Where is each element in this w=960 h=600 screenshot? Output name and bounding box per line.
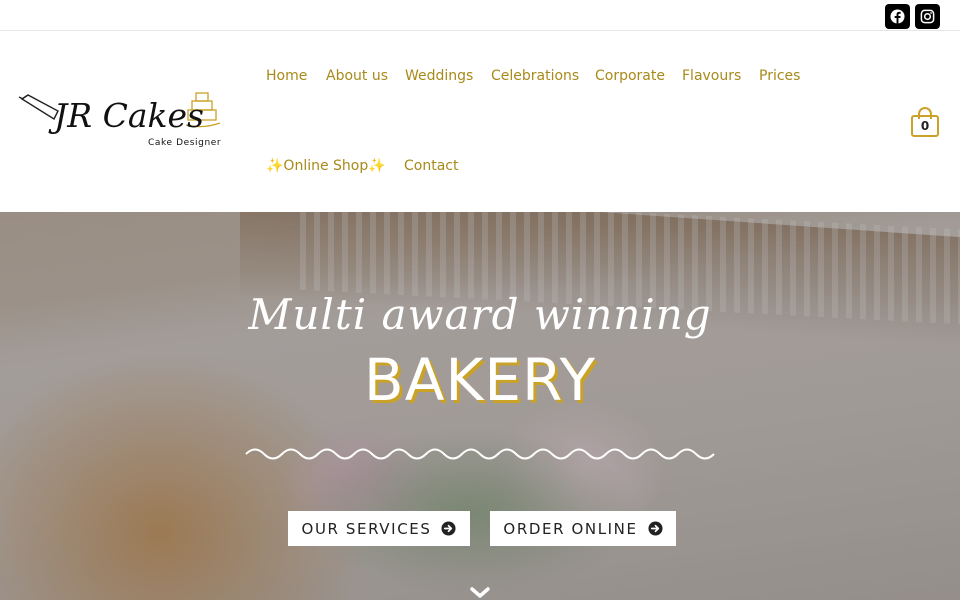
chevron-down-icon: [470, 587, 490, 598]
nav-prices[interactable]: Prices: [759, 67, 800, 85]
top-bar: [0, 0, 960, 31]
our-services-label: OUR SERVICES: [301, 519, 432, 538]
logo-main-text: JR Cakes: [48, 96, 204, 135]
instagram-link[interactable]: [915, 4, 940, 29]
logo-image: JR Cakes Cake Designer: [18, 92, 221, 148]
nav-about-us[interactable]: About us: [326, 67, 388, 85]
nav-contact[interactable]: Contact: [404, 157, 458, 175]
logo-sub-text: Cake Designer: [148, 138, 221, 148]
nav-online-shop[interactable]: ✨Online Shop✨: [266, 157, 386, 175]
nav-flavours[interactable]: Flavours: [682, 67, 741, 85]
nav-celebrations[interactable]: Celebrations: [491, 67, 579, 85]
our-services-button[interactable]: OUR SERVICES: [288, 511, 470, 546]
site-header: JR Cakes Cake Designer Home About us Wed…: [0, 31, 960, 212]
cart-count: 0: [911, 115, 939, 137]
site-logo[interactable]: JR Cakes Cake Designer: [18, 89, 223, 159]
cart-button[interactable]: 0: [911, 107, 939, 137]
hero-banner: Multi award winning BAKERY OUR SERVICES …: [0, 212, 960, 600]
hero-title: BAKERY: [363, 346, 597, 414]
nav-weddings[interactable]: Weddings: [405, 67, 473, 85]
scroll-down-button[interactable]: [469, 584, 491, 600]
facebook-icon: [890, 9, 905, 24]
order-online-label: ORDER ONLINE: [503, 519, 638, 538]
order-online-button[interactable]: ORDER ONLINE: [490, 511, 676, 546]
arrow-circle-right-icon: [648, 521, 663, 536]
nav-home[interactable]: Home: [266, 67, 307, 85]
nav-corporate[interactable]: Corporate: [595, 67, 665, 85]
wave-divider-icon: [245, 448, 715, 460]
instagram-icon: [920, 9, 935, 24]
arrow-circle-right-icon: [441, 521, 456, 536]
facebook-link[interactable]: [885, 4, 910, 29]
hero-subtitle: Multi award winning: [248, 290, 712, 339]
